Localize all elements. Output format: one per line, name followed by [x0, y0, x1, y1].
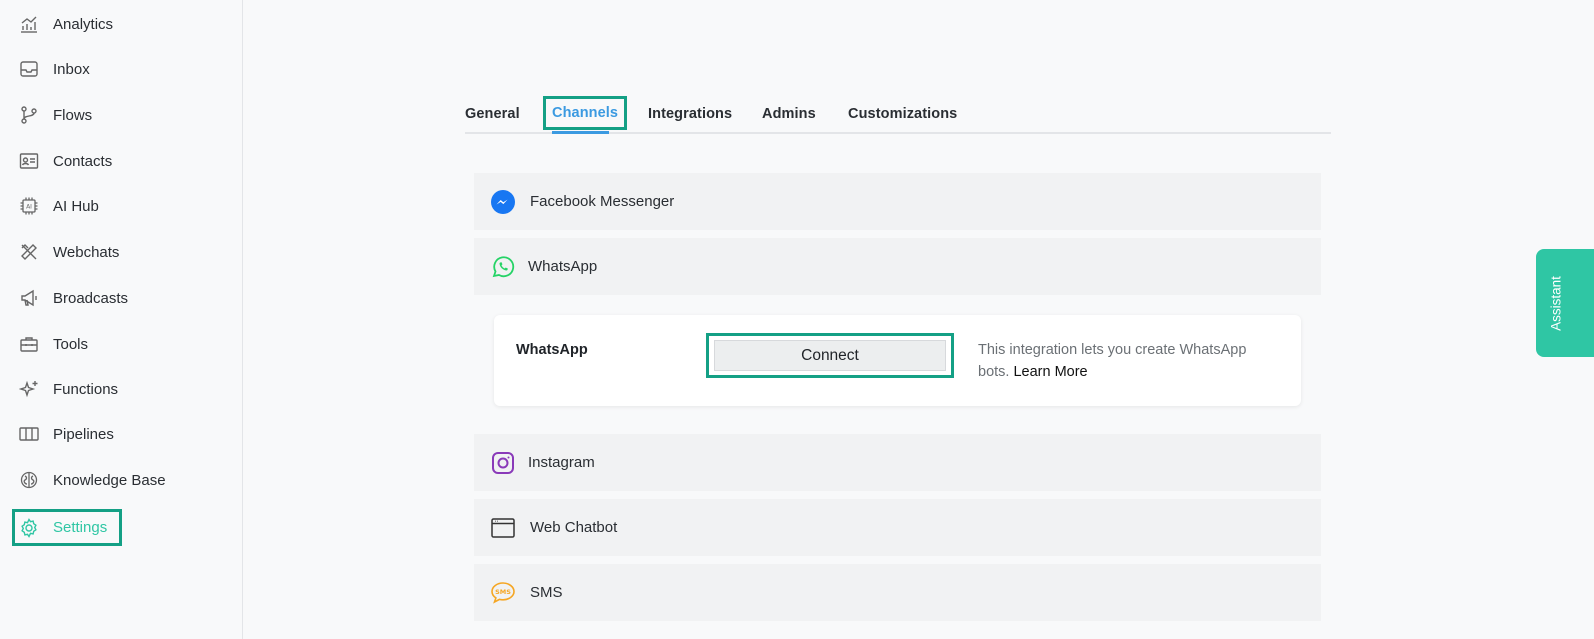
sidebar-item-label: Pipelines: [53, 425, 114, 443]
svg-text:AI: AI: [26, 204, 32, 211]
sidebar-item-tools[interactable]: Tools: [12, 326, 212, 362]
sidebar-item-ai-hub[interactable]: AI AI Hub: [12, 188, 212, 224]
contacts-icon: [18, 150, 40, 172]
channel-row-instagram[interactable]: Instagram: [474, 434, 1321, 491]
svg-text:SMS: SMS: [495, 588, 511, 596]
sidebar-item-functions[interactable]: Functions: [12, 371, 212, 407]
sidebar-item-analytics[interactable]: Analytics: [12, 6, 212, 42]
channel-row-web-chatbot[interactable]: Web Chatbot: [474, 499, 1321, 556]
brain-icon: [18, 469, 40, 491]
sidebar-item-settings[interactable]: Settings: [12, 509, 122, 546]
channel-label: Instagram: [528, 454, 595, 471]
sidebar-item-label: Inbox: [53, 60, 90, 78]
tools-cross-icon: [18, 241, 40, 263]
sidebar-item-label: Broadcasts: [53, 289, 129, 307]
tab-admins[interactable]: Admins: [762, 96, 816, 132]
learn-more-link[interactable]: Learn More: [1013, 364, 1087, 380]
channel-row-whatsapp[interactable]: WhatsApp: [474, 238, 1321, 295]
browser-window-icon: [490, 515, 516, 541]
instagram-icon: [490, 450, 516, 476]
sidebar-item-knowledge-base[interactable]: Knowledge Base: [12, 462, 212, 498]
sidebar-item-label: Knowledge Base: [53, 471, 166, 489]
whatsapp-icon: [490, 254, 516, 280]
pipelines-columns-icon: [18, 423, 40, 445]
tab-general[interactable]: General: [465, 96, 520, 132]
analytics-icon: [18, 13, 40, 35]
channel-label: SMS: [530, 584, 563, 601]
tab-customizations[interactable]: Customizations: [848, 96, 957, 132]
sidebar-item-label: Contacts: [53, 152, 113, 170]
settings-tabs: General Channels Integrations Admins Cus…: [465, 96, 1331, 134]
sidebar-item-contacts[interactable]: Contacts: [12, 143, 212, 179]
channel-row-sms[interactable]: SMS SMS: [474, 564, 1321, 621]
sidebar-item-webchats[interactable]: Webchats: [12, 234, 212, 270]
sidebar: Analytics Inbox Flows Contacts AI AI Hub…: [0, 0, 243, 639]
tab-channels[interactable]: Channels: [543, 96, 628, 130]
sparkle-plus-icon: [18, 378, 40, 400]
tab-integrations[interactable]: Integrations: [648, 96, 732, 132]
assistant-tab[interactable]: Assistant: [1536, 249, 1594, 357]
messenger-icon: [490, 189, 516, 215]
inbox-icon: [18, 58, 40, 80]
sidebar-item-label: Tools: [53, 335, 89, 353]
whatsapp-description: This integration lets you create WhatsAp…: [978, 339, 1278, 383]
flows-icon: [18, 104, 40, 126]
whatsapp-integration-card: WhatsApp Connect This integration lets y…: [494, 315, 1301, 406]
sidebar-item-label: Functions: [53, 380, 119, 398]
sidebar-item-label: Analytics: [53, 15, 114, 33]
sidebar-item-broadcasts[interactable]: Broadcasts: [12, 280, 212, 316]
channel-row-facebook-messenger[interactable]: Facebook Messenger: [474, 173, 1321, 230]
ai-chip-icon: AI: [18, 195, 40, 217]
whatsapp-card-title: WhatsApp: [516, 342, 588, 358]
sidebar-item-pipelines[interactable]: Pipelines: [12, 416, 212, 452]
sidebar-item-inbox[interactable]: Inbox: [12, 51, 212, 87]
connect-button-highlight: Connect: [706, 333, 954, 378]
active-tab-indicator: [552, 131, 609, 134]
sidebar-item-flows[interactable]: Flows: [12, 97, 212, 133]
channel-label: WhatsApp: [528, 258, 598, 275]
gear-icon: [18, 517, 40, 539]
channel-label: Facebook Messenger: [530, 193, 675, 210]
connect-button[interactable]: Connect: [714, 340, 946, 371]
toolbox-icon: [18, 333, 40, 355]
sidebar-item-label: Settings: [53, 519, 108, 536]
sms-bubble-icon: SMS: [490, 580, 516, 606]
assistant-label: Assistant: [1548, 275, 1564, 331]
megaphone-icon: [18, 287, 40, 309]
sidebar-item-label: AI Hub: [53, 197, 99, 215]
sidebar-item-label: Webchats: [53, 243, 120, 261]
sidebar-item-label: Flows: [53, 106, 93, 124]
channel-label: Web Chatbot: [530, 519, 618, 536]
